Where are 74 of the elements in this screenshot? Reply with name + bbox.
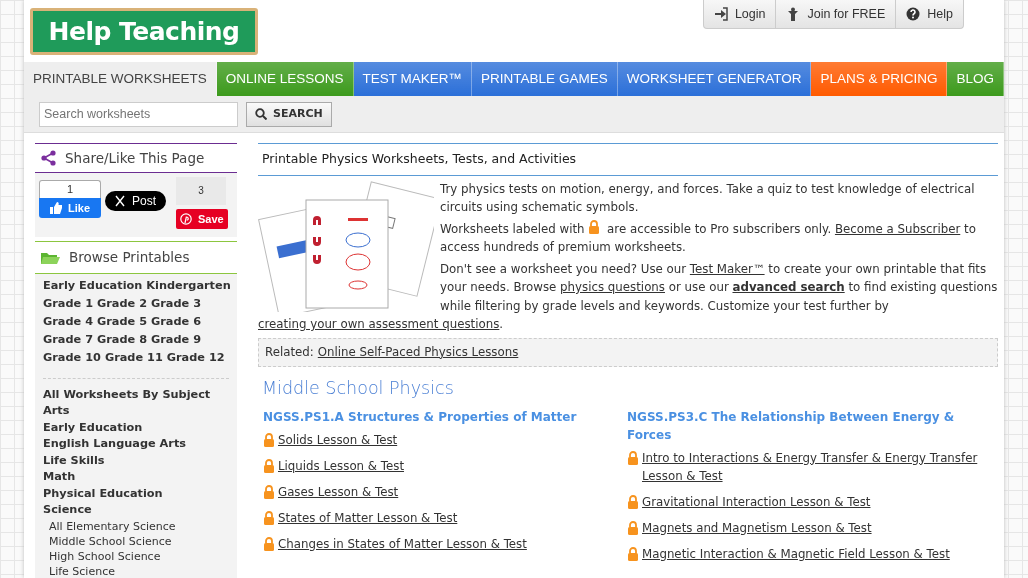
grade-link[interactable]: Kindergarten	[146, 277, 231, 296]
column-heading: NGSS.PS1.A Structures & Properties of Matter	[263, 408, 578, 426]
subcategory-link[interactable]: High School Science	[43, 548, 229, 564]
grade-link[interactable]: Early Education	[43, 277, 143, 296]
subcategory-link[interactable]: Life Science	[43, 563, 229, 578]
like-count: 1	[39, 180, 101, 199]
folder-icon	[41, 250, 60, 265]
related-link[interactable]: Online Self-Paced Physics Lessons	[317, 344, 519, 359]
subject-link[interactable]: English Language Arts	[43, 436, 229, 453]
text-link[interactable]: Test Maker™	[689, 261, 765, 276]
lesson-link[interactable]: Gases Lesson & Test	[278, 482, 399, 501]
help-icon	[906, 7, 921, 21]
grade-link[interactable]: Grade 2	[97, 295, 148, 314]
subject-link[interactable]: All Worksheets By Subject	[43, 386, 229, 403]
nav-tab[interactable]: PRINTABLE WORKSHEETS	[24, 62, 217, 96]
grade-link[interactable]: Grade 7	[43, 331, 93, 350]
page-title: Printable Physics Worksheets, Tests, and Activities	[258, 143, 998, 176]
grade-link[interactable]: Grade 4	[43, 313, 93, 332]
related-label: Related:	[265, 344, 314, 359]
pin-icon	[180, 213, 192, 226]
lesson-link[interactable]: Magnetic Interaction & Magnetic Field Lesson & Test	[642, 544, 950, 563]
grade-link[interactable]: Grade 6	[151, 313, 202, 332]
subcategory-link[interactable]: Middle School Science	[43, 533, 229, 549]
sign-in-icon	[713, 7, 728, 21]
nav-tab[interactable]: PRINTABLE GAMES	[472, 62, 618, 96]
grade-link[interactable]: Grade 12	[166, 349, 225, 368]
nav-tab[interactable]: WORKSHEET GENERATOR	[617, 62, 812, 96]
lesson-link[interactable]: Liquids Lesson & Test	[278, 456, 404, 475]
grade-link[interactable]: Grade 5	[97, 313, 148, 332]
subcategory-link[interactable]: All Elementary Science	[43, 518, 229, 534]
text-link[interactable]: advanced search	[732, 280, 845, 295]
paragraph: Worksheets labeled with are accessible to Pro subscribers only. Become a Subscriber to access hundreds of premium worksheets.	[439, 219, 977, 257]
join-link[interactable]: Join for FREE	[776, 0, 897, 28]
logo[interactable]: Help Teaching	[30, 8, 258, 55]
save-count: 3	[176, 177, 226, 206]
share-icon	[41, 150, 56, 167]
subject-link[interactable]: Physical Education	[43, 485, 229, 502]
grade-link[interactable]: Grade 8	[97, 331, 148, 350]
lesson-link[interactable]: Gravitational Interaction Lesson & Test	[642, 492, 871, 511]
nav-tab[interactable]: TEST MAKER™	[353, 62, 473, 96]
lesson-link[interactable]: States of Matter Lesson & Test	[278, 508, 458, 527]
person-icon	[786, 7, 801, 21]
lock-icon	[588, 219, 601, 234]
lesson-link[interactable]: Solids Lesson & Test	[278, 430, 398, 449]
section-title: Middle School Physics	[262, 377, 455, 401]
help-link[interactable]: Help	[896, 0, 963, 28]
grade-link[interactable]: Grade 9	[151, 331, 202, 350]
thumbs-up-icon	[50, 202, 62, 215]
subject-link[interactable]: Arts	[43, 403, 229, 420]
like-button[interactable]: Like	[39, 198, 101, 219]
subject-link[interactable]: Life Skills	[43, 452, 229, 469]
column-heading: NGSS.PS3.C The Relationship Between Energy & Forces	[627, 408, 956, 444]
subject-link[interactable]: Math	[43, 469, 229, 486]
panel-header: Browse Printables	[35, 241, 237, 274]
search-button[interactable]: SEARCH	[246, 101, 332, 127]
lesson-link[interactable]: Intro to Interactions & Energy Transfer & Energy Transfer Lesson & Test	[642, 448, 986, 485]
lesson-link[interactable]: Changes in States of Matter Lesson & Test	[278, 534, 527, 553]
save-button[interactable]: Save	[176, 209, 228, 230]
grade-link[interactable]: Grade 3	[151, 295, 202, 314]
search-field[interactable]: Search worksheets	[39, 101, 238, 127]
grade-link[interactable]: Grade 10	[43, 349, 101, 368]
text-link[interactable]: physics questions	[560, 280, 665, 295]
lesson-link[interactable]: Magnets and Magnetism Lesson & Test	[642, 518, 872, 537]
subject-link[interactable]: Early Education	[43, 419, 229, 436]
text-link[interactable]: Become a Subscriber	[834, 221, 961, 236]
post-button[interactable]: Post	[105, 191, 166, 212]
grade-link[interactable]: Grade 11	[104, 349, 163, 368]
grade-link[interactable]: Grade 1	[43, 295, 93, 314]
paragraph: Try physics tests on motion, energy, and forces. Take a quiz to test knowledge of electrical circuits using schematic symbols.	[439, 180, 976, 217]
subject-link[interactable]: Science	[43, 502, 229, 519]
search-icon	[255, 108, 267, 120]
login-link[interactable]: Login	[703, 0, 777, 28]
x-logo-icon	[115, 195, 125, 208]
paragraph: Don't see a worksheet you need? Use our Test Maker™ to create your own printable that fits your needs. Browse physics questions or use our advanced search to find existing questions while filtering by grade levels and keywords. Customize your test further by creating your own assessment questions.	[258, 260, 998, 334]
